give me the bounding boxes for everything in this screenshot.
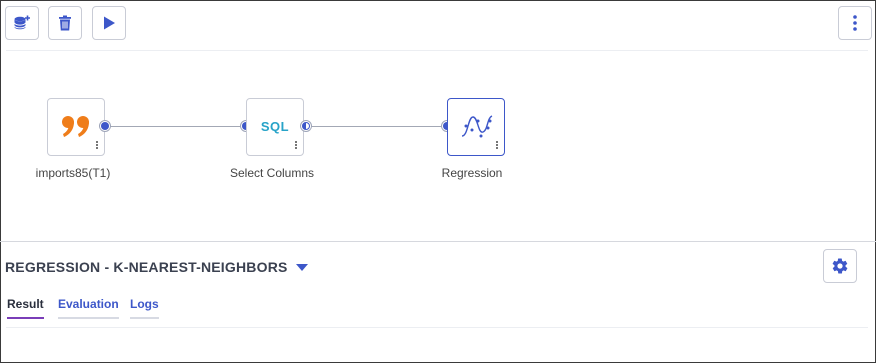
node-imports[interactable] [47, 98, 105, 156]
add-data-button[interactable] [5, 6, 39, 40]
panel-title: REGRESSION - K-NEAREST-NEIGHBORS [5, 259, 288, 275]
panel-title-dropdown[interactable]: REGRESSION - K-NEAREST-NEIGHBORS [5, 259, 308, 275]
flow-edge [105, 126, 245, 127]
trash-icon [59, 15, 71, 31]
run-button[interactable] [92, 6, 126, 40]
tab-result[interactable]: Result [7, 297, 44, 319]
caret-down-icon [295, 263, 308, 271]
database-plus-icon [14, 15, 30, 30]
delete-button[interactable] [48, 6, 82, 40]
node-menu-icon[interactable] [495, 140, 499, 152]
node-label: imports85(T1) [35, 166, 111, 180]
node-label: Regression [441, 166, 503, 180]
more-options-button[interactable] [838, 6, 872, 40]
tab-evaluation[interactable]: Evaluation [58, 297, 119, 319]
regression-curve-icon [461, 115, 493, 138]
node-menu-icon[interactable] [95, 140, 99, 152]
tab-logs[interactable]: Logs [130, 297, 159, 319]
sql-icon: SQL [260, 119, 290, 134]
output-port[interactable] [99, 120, 111, 132]
gear-icon [832, 258, 848, 274]
quote-icon [62, 116, 89, 137]
panel-divider [0, 241, 876, 242]
output-port[interactable] [300, 120, 312, 132]
settings-button[interactable] [823, 249, 857, 283]
node-select-columns[interactable]: SQL [246, 98, 304, 156]
node-menu-icon[interactable] [294, 140, 298, 152]
toolbar-divider [6, 50, 868, 51]
vertical-dots-icon [853, 15, 857, 31]
flow-canvas[interactable]: imports85(T1) SQL Select Columns Regress… [0, 52, 876, 240]
node-label: Select Columns [229, 166, 315, 180]
tabs-divider [6, 327, 868, 328]
node-regression[interactable] [447, 98, 505, 156]
play-icon [104, 16, 115, 30]
flow-edge [306, 126, 446, 127]
